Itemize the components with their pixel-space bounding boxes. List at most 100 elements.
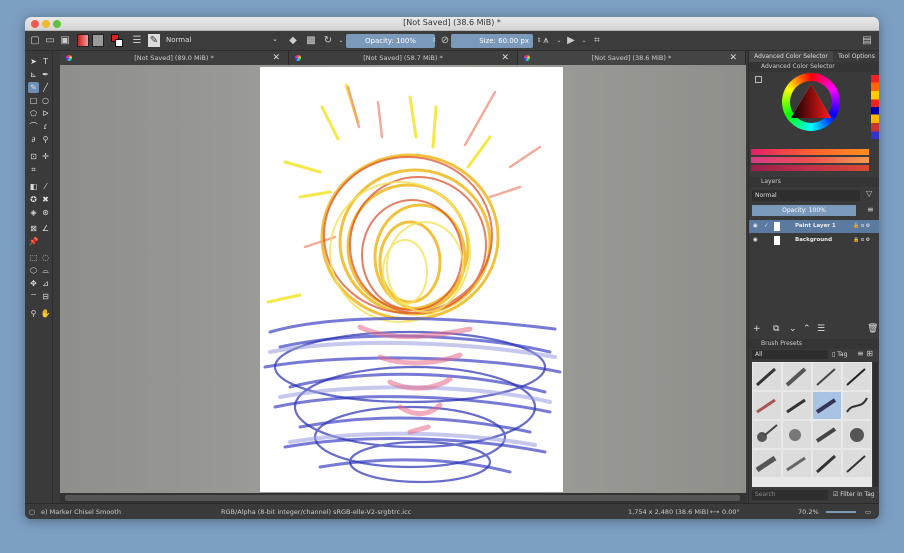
ellipse-tool-icon[interactable]: ○	[40, 95, 51, 106]
eraser-icon[interactable]: ◆	[287, 34, 299, 47]
layer-properties-icon[interactable]: ☰	[817, 323, 825, 335]
close-icon[interactable]: ✕	[729, 51, 737, 65]
drawing-canvas[interactable]	[260, 67, 563, 492]
visibility-icon[interactable]: ◉	[753, 234, 758, 247]
rectangle-tool-icon[interactable]: □	[28, 95, 39, 106]
colorize-mask-icon[interactable]: ✖	[40, 194, 51, 205]
brush-settings-icon[interactable]: ☰	[131, 34, 143, 47]
rotation-icon[interactable]: ⟷	[710, 508, 719, 516]
layer-opacity-slider[interactable]: Opacity: 100%	[752, 205, 856, 216]
move-tool-icon[interactable]: ✛	[40, 151, 51, 162]
brush-preset[interactable]	[783, 421, 811, 448]
reload-icon[interactable]: ↻	[322, 34, 334, 47]
brush-filter-select[interactable]: All	[752, 350, 828, 359]
close-icon[interactable]: ✕	[501, 51, 509, 65]
magnetic-selection-icon[interactable]: ⊟	[40, 291, 51, 302]
opacity-slider[interactable]: Opacity: 100%	[346, 34, 435, 48]
polygonal-selection-icon[interactable]: ⬡	[28, 265, 39, 276]
bezier-selection-icon[interactable]: ⌔	[28, 291, 39, 302]
color-triangle[interactable]	[791, 84, 831, 120]
freehand-path-icon[interactable]: ɾ	[40, 121, 51, 132]
brush-preset[interactable]	[783, 392, 811, 419]
reference-tool-icon[interactable]: 📌	[28, 236, 39, 247]
saturation-bar[interactable]	[751, 157, 869, 163]
brush-preset-icon[interactable]: ✎	[148, 34, 160, 47]
tab-document-1[interactable]: [Not Saved] (89.0 MiB) * ✕	[60, 51, 289, 65]
crop-tool-icon[interactable]: ⌗	[28, 164, 39, 175]
tag-button[interactable]: ▯ Tag	[832, 350, 847, 359]
filter-icon[interactable]: ▽	[866, 189, 872, 198]
brush-preset[interactable]	[783, 363, 811, 390]
brush-preset-selected[interactable]	[813, 392, 841, 419]
tab-advanced-color-selector[interactable]: Advanced Color Selector	[749, 51, 833, 62]
text-tool-icon[interactable]: T	[40, 56, 51, 67]
contiguous-selection-icon[interactable]: ✥	[28, 278, 39, 289]
close-icon[interactable]: ✕	[272, 51, 280, 65]
blend-mode-select[interactable]: Normal ⌄	[163, 34, 281, 48]
brush-preset[interactable]	[753, 363, 781, 390]
settings-icon[interactable]	[755, 76, 762, 83]
gradient-tool-icon[interactable]: ◧	[28, 181, 39, 192]
mirror-vertical-icon[interactable]: ▶	[565, 34, 577, 47]
chevron-down-icon[interactable]: ⌄	[578, 34, 590, 47]
rectangular-selection-icon[interactable]: ⬚	[28, 252, 39, 263]
color-swatches[interactable]	[871, 75, 879, 139]
filter-in-tag-checkbox[interactable]: ☑ Filter in Tag	[833, 490, 875, 500]
fill-tool-icon[interactable]: ◈	[28, 207, 39, 218]
brush-scrollbar[interactable]	[873, 362, 878, 487]
gradient-swatch[interactable]	[77, 34, 89, 47]
select-shapes-icon[interactable]: ➤	[28, 56, 39, 67]
brush-search-input[interactable]: Search	[752, 490, 828, 500]
move-up-icon[interactable]: ⌃	[803, 323, 811, 335]
mirror-horizontal-icon[interactable]: ⩚	[540, 34, 552, 47]
fullscreen-icon[interactable]: ▭	[865, 508, 871, 516]
canvas-area[interactable]	[60, 65, 746, 493]
crop-icon[interactable]: ⌗	[591, 34, 603, 47]
checkbox-icon[interactable]: ✓	[764, 220, 769, 233]
move-down-icon[interactable]: ⌄	[789, 323, 797, 335]
chevron-down-icon[interactable]: ⌄	[553, 34, 565, 47]
freehand-selection-icon[interactable]: ⌓	[40, 265, 51, 276]
add-layer-icon[interactable]: +	[753, 323, 761, 335]
transform-tool-icon[interactable]: ⊡	[28, 151, 39, 162]
calligraphy-icon[interactable]: ✒	[40, 69, 51, 80]
duplicate-layer-icon[interactable]: ⧉	[773, 323, 779, 335]
color-picker-icon[interactable]: ⁄	[40, 181, 51, 192]
tab-document-2[interactable]: [Not Saved] (58.7 MiB) * ✕	[289, 51, 518, 65]
brush-preset[interactable]	[843, 450, 871, 477]
brush-preset[interactable]	[813, 450, 841, 477]
horizontal-scrollbar[interactable]	[60, 493, 746, 503]
polygon-tool-icon[interactable]: ⬠	[28, 108, 39, 119]
brush-preset[interactable]	[753, 392, 781, 419]
tab-document-3[interactable]: [Not Saved] (38.6 MiB) * ✕	[518, 51, 746, 65]
visibility-icon[interactable]: ◉	[753, 220, 758, 233]
similar-selection-icon[interactable]: ⊿	[40, 278, 51, 289]
enclose-fill-icon[interactable]: ⊛	[40, 207, 51, 218]
smart-patch-icon[interactable]: ✪	[28, 194, 39, 205]
pattern-swatch[interactable]	[92, 34, 104, 47]
docker-toggle-icon[interactable]: ▤	[861, 34, 873, 47]
new-document-icon[interactable]: ▢	[29, 34, 41, 47]
zoom-slider[interactable]	[826, 511, 856, 513]
brush-icon[interactable]: ▢	[29, 508, 35, 516]
measure-tool-icon[interactable]: ∠	[40, 223, 51, 234]
value-bar[interactable]	[751, 165, 869, 171]
brush-preset[interactable]	[753, 450, 781, 477]
brush-preset[interactable]	[843, 392, 871, 419]
lock-icon[interactable]: 🔒 α ⚙	[853, 234, 870, 247]
brush-preset[interactable]	[813, 363, 841, 390]
assistant-tool-icon[interactable]: ⊠	[28, 223, 39, 234]
layer-blend-select[interactable]: Normal	[752, 190, 860, 201]
polyline-tool-icon[interactable]: ᐅ	[40, 108, 51, 119]
save-icon[interactable]: ▣	[59, 34, 71, 47]
preserve-alpha-icon[interactable]: ▩	[305, 34, 317, 47]
zoom-tool-icon[interactable]: ⚲	[28, 308, 39, 319]
line-tool-icon[interactable]: ╱	[40, 82, 51, 93]
brush-preset[interactable]	[813, 421, 841, 448]
pan-tool-icon[interactable]: ✋	[40, 308, 51, 319]
freehand-brush-icon[interactable]: ✎	[28, 82, 39, 93]
bezier-tool-icon[interactable]: ⌒	[28, 121, 39, 132]
delete-layer-icon[interactable]: 🗑	[867, 323, 878, 335]
size-slider[interactable]: Size: 60.00 px	[451, 34, 533, 48]
dynamic-brush-icon[interactable]: ∂	[28, 134, 39, 145]
